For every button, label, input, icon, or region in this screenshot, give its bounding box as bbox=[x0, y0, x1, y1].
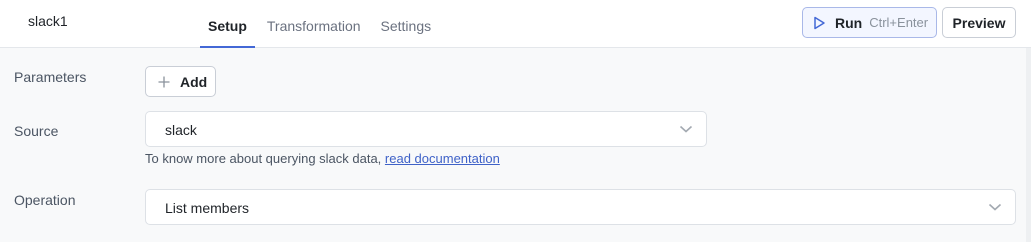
preview-button[interactable]: Preview bbox=[942, 7, 1016, 38]
chevron-down-icon bbox=[988, 203, 1002, 211]
scrollbar[interactable] bbox=[1026, 48, 1031, 242]
chevron-down-icon bbox=[679, 125, 693, 133]
source-value: slack bbox=[165, 122, 197, 138]
source-select[interactable]: slack bbox=[145, 111, 707, 147]
hint-text: To know more about querying slack data, bbox=[145, 151, 385, 166]
operation-label: Operation bbox=[14, 192, 76, 208]
add-parameter-button[interactable]: Add bbox=[145, 66, 216, 97]
run-button[interactable]: Run Ctrl+Enter bbox=[802, 7, 937, 38]
source-label: Source bbox=[14, 123, 59, 139]
operation-value: List members bbox=[165, 200, 250, 216]
run-label: Run bbox=[835, 14, 863, 31]
query-tabs: Setup Transformation Settings bbox=[198, 0, 442, 48]
query-header: slack1 Setup Transformation Settings Run… bbox=[0, 0, 1031, 48]
operation-select[interactable]: List members bbox=[145, 189, 1016, 225]
tab-transformation[interactable]: Transformation bbox=[257, 0, 371, 47]
add-label: Add bbox=[180, 73, 208, 90]
tab-setup[interactable]: Setup bbox=[198, 0, 257, 48]
parameters-label: Parameters bbox=[14, 69, 87, 85]
plus-icon bbox=[158, 76, 170, 87]
tab-settings[interactable]: Settings bbox=[371, 0, 442, 47]
read-documentation-link[interactable]: read documentation bbox=[385, 151, 500, 166]
source-hint: To know more about querying slack data, … bbox=[145, 151, 500, 166]
query-name[interactable]: slack1 bbox=[28, 13, 68, 29]
run-shortcut: Ctrl+Enter bbox=[869, 15, 929, 30]
play-icon bbox=[814, 16, 825, 29]
